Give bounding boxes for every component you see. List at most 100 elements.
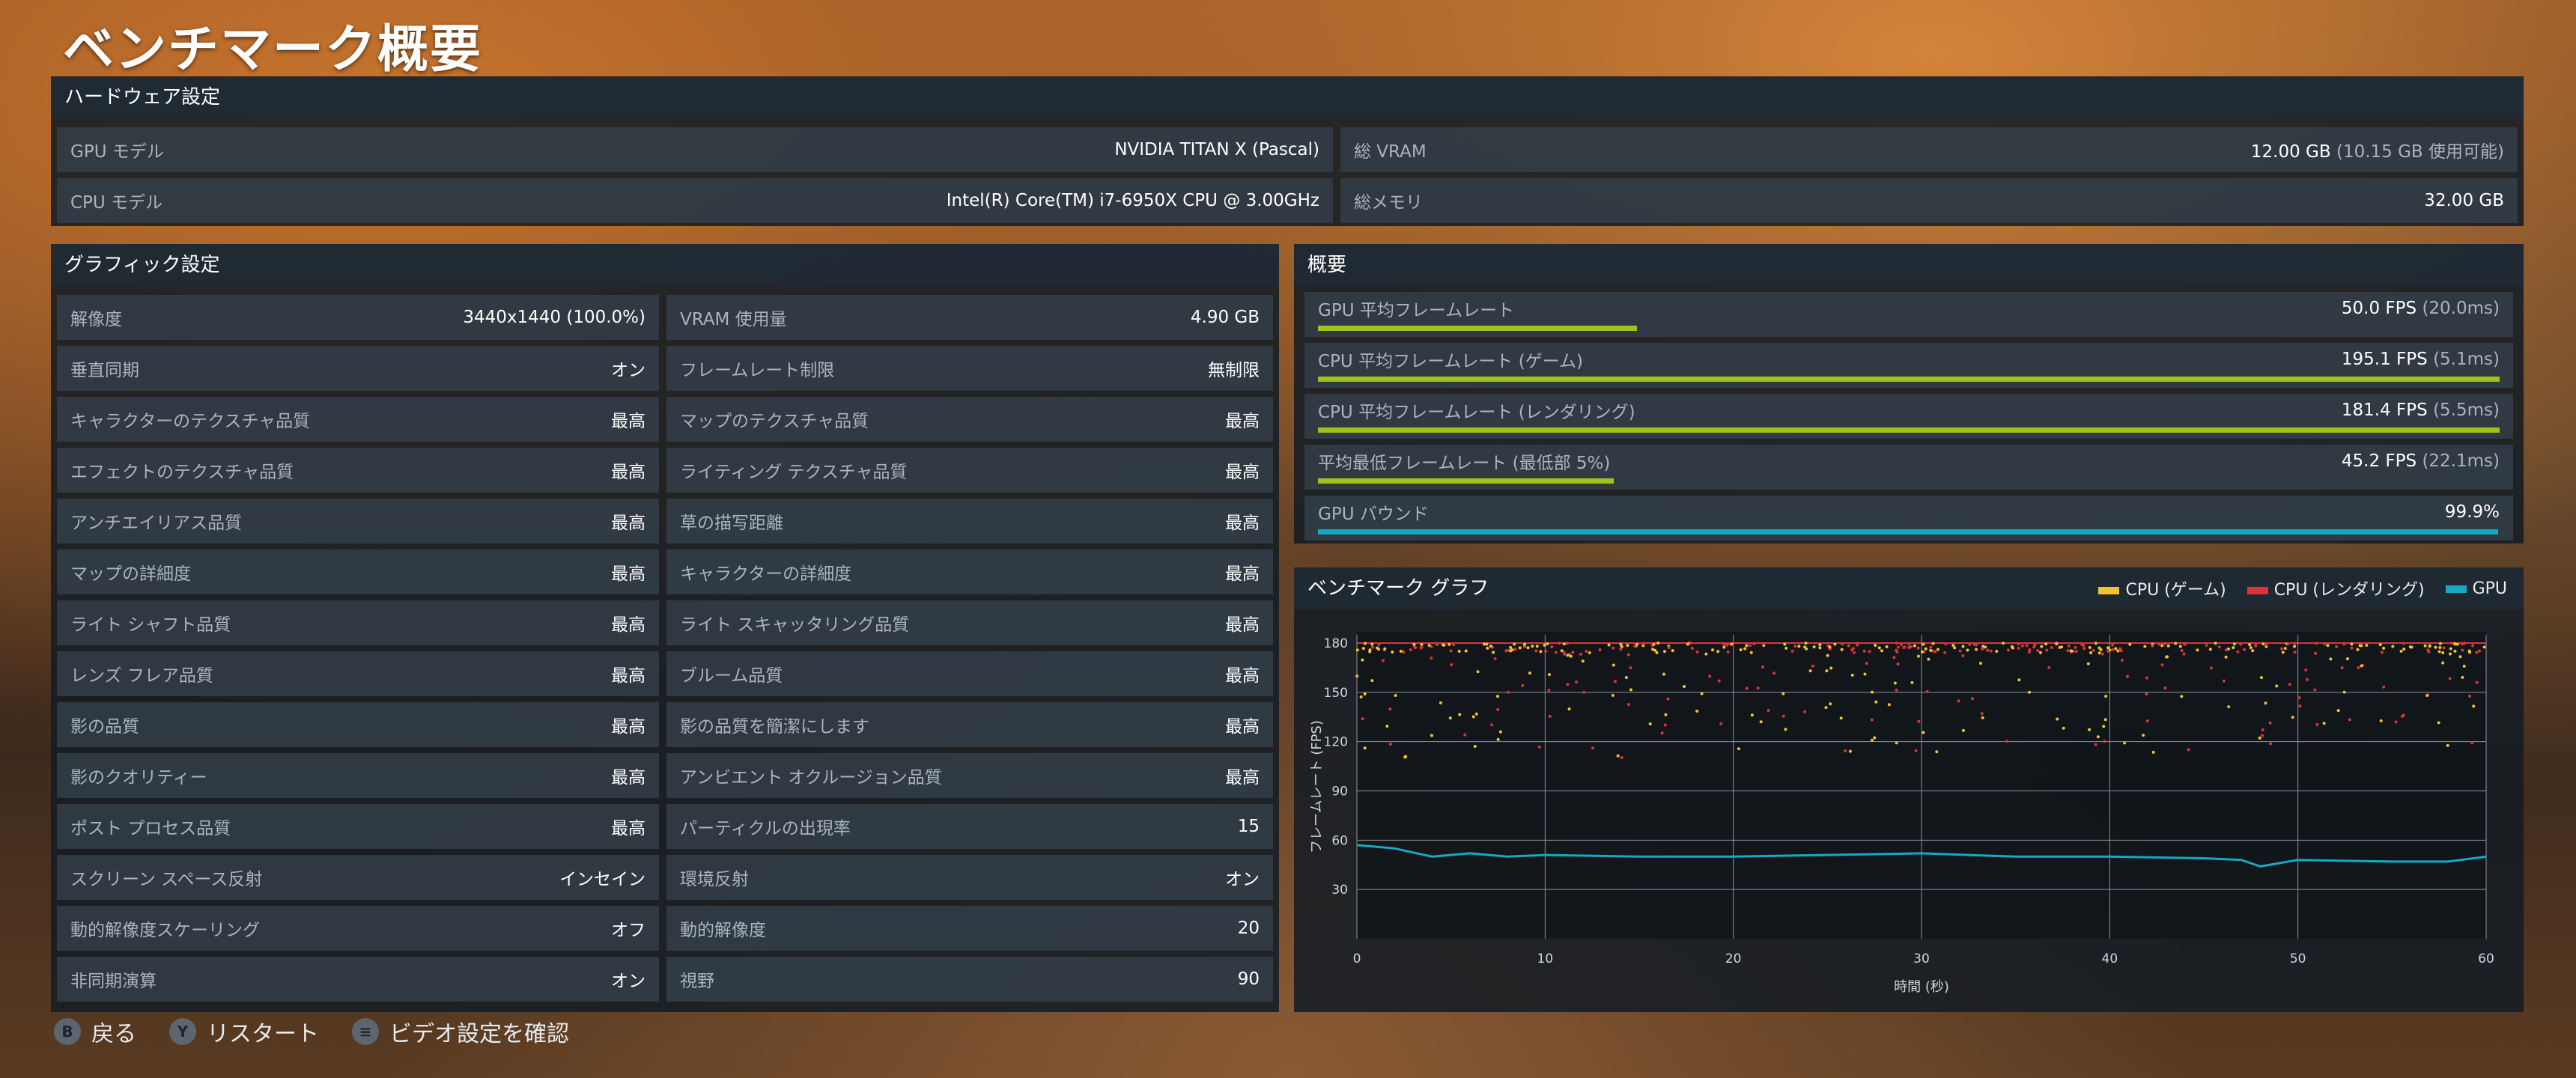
cpu-point (1871, 690, 1874, 694)
cpu-point (1887, 703, 1891, 707)
gpu-model-row: GPU モデル NVIDIA TITAN X (Pascal) (57, 127, 1333, 172)
cpu-point (1534, 649, 1538, 653)
cpu-point (2094, 642, 2097, 645)
cpu-point (1749, 651, 1753, 654)
graphics-setting-row: エフェクトのテクスチャ品質 最高 (57, 448, 659, 493)
setting-value: インセイン (559, 870, 645, 889)
restart-button[interactable]: Y リスタート (169, 1015, 319, 1048)
cpu-point (1695, 709, 1699, 713)
cpu-point (2033, 643, 2037, 647)
cpu-point (2463, 642, 2467, 645)
cpu-point (2382, 646, 2386, 650)
cpu-point (2426, 648, 2430, 652)
cpu-point (2006, 648, 2010, 652)
cpu-point (2088, 646, 2092, 650)
cpu-point (1961, 654, 1965, 657)
back-button[interactable]: B 戻る (54, 1015, 136, 1048)
cpu-point (2268, 721, 2272, 725)
cpu-point (1958, 649, 1962, 653)
graphics-setting-row: 動的解像度スケーリング オフ (57, 906, 659, 951)
cpu-point (2292, 645, 2296, 648)
cpu-point (2251, 649, 2255, 653)
cpu-point (1895, 741, 1898, 745)
cpu-point (1895, 648, 1898, 652)
graphics-setting-row: キャラクターのテクスチャ品質 最高 (57, 397, 659, 442)
setting-value: オン (611, 361, 645, 380)
cpu-point (2449, 641, 2453, 645)
cpu-point (2205, 643, 2208, 647)
cpu-point (1385, 725, 1389, 728)
cpu-point (1913, 644, 1916, 648)
cpu-point (1526, 646, 1530, 650)
cpu-point (2261, 642, 2265, 646)
cpu-point (1730, 642, 1734, 646)
cpu-point (1783, 642, 1787, 646)
cpu-point (1970, 697, 1974, 701)
summary-label: CPU 平均フレームレート (レンダリング) (1318, 403, 1635, 422)
summary-label: CPU 平均フレームレート (ゲーム) (1318, 352, 1583, 371)
cpu-point (2482, 645, 2486, 649)
cpu-point (2264, 643, 2268, 647)
cpu-point (1968, 642, 1972, 646)
graphics-setting-row: スクリーン スペース反射 インセイン (57, 855, 659, 900)
cpu-point (1569, 654, 1573, 658)
cpu-point (1513, 648, 1517, 651)
cpu-point (2298, 704, 2302, 708)
cpu-point (2350, 646, 2354, 650)
cpu-point (1900, 643, 1904, 647)
cpu-point (1829, 702, 1832, 706)
setting-label: ライト スキャッタリング品質 (680, 615, 910, 635)
cpu-point (2342, 690, 2346, 694)
cpu-point (2243, 648, 2247, 651)
cpu-point (2066, 649, 2070, 653)
summary-ms: (5.5ms) (2433, 401, 2500, 420)
graphics-setting-row: ライティング テクスチャ品質 最高 (666, 448, 1273, 493)
x-tick-label: 10 (1537, 951, 1554, 966)
cpu-point (1399, 649, 1403, 653)
cpu-point (1611, 663, 1615, 667)
cpu-point (1588, 651, 1591, 654)
legend-cpu-game: CPU (ゲーム) (2098, 576, 2226, 600)
cpu-point (1818, 646, 1822, 650)
setting-value: 最高 (611, 615, 645, 635)
cpu-point (1585, 649, 1588, 653)
cpu-point (1458, 713, 1462, 716)
cpu-point (2017, 642, 2020, 646)
cpu-point (2264, 701, 2267, 705)
cpu-point (1464, 649, 1468, 653)
cpu-point (1652, 642, 1656, 646)
cpu-point (1957, 699, 1960, 703)
cpu-point (1761, 642, 1765, 645)
cpu-point (2062, 726, 2065, 730)
cpu-point (1567, 707, 1571, 711)
graphics-setting-row: 垂直同期 オン (57, 346, 659, 391)
cpu-point (1927, 657, 1931, 661)
cpu-point (2357, 666, 2360, 669)
setting-label: 影の品質を簡潔にします (680, 717, 869, 737)
cpu-point (1924, 647, 1928, 651)
cpu-point (1463, 733, 1467, 737)
cpu-point (1611, 646, 1615, 650)
summary-value: 50.0 FPS (2341, 299, 2417, 318)
memory-total-value: 32.00 GB (2424, 191, 2504, 210)
setting-label: ブルーム品質 (680, 666, 783, 686)
cpu-point (1531, 645, 1534, 648)
cpu-point (2475, 651, 2479, 654)
cpu-point (1790, 649, 1794, 653)
cpu-point (1995, 650, 1999, 654)
video-settings-button[interactable]: ≡ ビデオ設定を確認 (352, 1015, 569, 1048)
setting-label: 視野 (680, 972, 714, 991)
summary-row: CPU 平均フレームレート (レンダリング) 181.4 FPS (5.5ms) (1304, 394, 2513, 439)
cpu-point (1885, 645, 1889, 648)
cpu-point (2128, 642, 2132, 646)
cpu-point (1441, 643, 1445, 647)
cpu-point (2145, 676, 2148, 680)
cpu-point (1363, 642, 1367, 645)
cpu-point (1449, 649, 1453, 653)
cpu-point (2157, 642, 2161, 646)
cpu-point (2166, 644, 2170, 648)
cpu-point (1704, 652, 1708, 656)
summary-row: GPU 平均フレームレート 50.0 FPS (20.0ms) (1304, 292, 2513, 337)
cpu-point (1613, 680, 1617, 683)
cpu-point (2182, 652, 2186, 656)
